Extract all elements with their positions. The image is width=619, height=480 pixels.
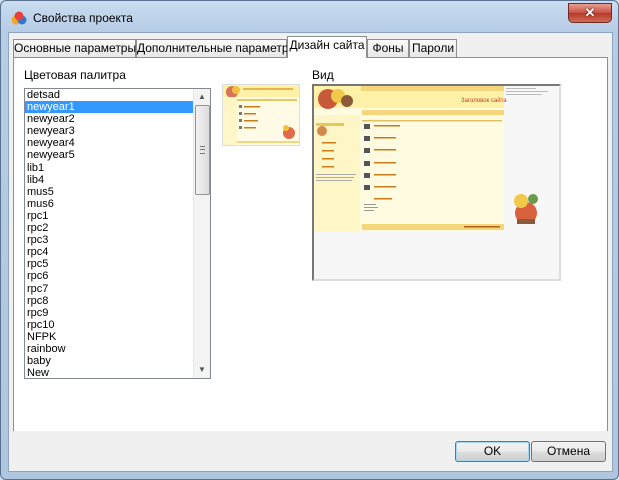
palette-item[interactable]: rpc2	[25, 222, 193, 234]
app-logo-icon	[11, 11, 27, 25]
vertical-scrollbar[interactable]: ▲ ▼	[193, 89, 210, 378]
palette-item[interactable]: rpc5	[25, 258, 193, 270]
palette-item[interactable]: NFPK	[25, 331, 193, 343]
palette-item[interactable]: rainbow	[25, 343, 193, 355]
palette-item[interactable]: newyear3	[25, 125, 193, 137]
tab-backgrounds[interactable]: Фоны	[367, 39, 409, 57]
tab-passwords[interactable]: Пароли	[409, 39, 457, 57]
tab-extra-params[interactable]: Дополнительные параметры	[136, 39, 297, 57]
palette-item[interactable]: newyear5	[25, 149, 193, 161]
palette-item[interactable]: mus5	[25, 186, 193, 198]
dialog-window: Свойства проекта ✕ Основные параметры До…	[0, 0, 619, 480]
title-bar[interactable]: Свойства проекта ✕	[1, 1, 618, 31]
dialog-client-area: Основные параметры Дополнительные параме…	[8, 32, 613, 472]
palette-item[interactable]: detsad	[25, 89, 193, 101]
palette-item[interactable]: lib4	[25, 174, 193, 186]
tab-site-design[interactable]: Дизайн сайта	[287, 36, 367, 58]
palette-item[interactable]: rpc8	[25, 295, 193, 307]
palette-item[interactable]: newyear4	[25, 137, 193, 149]
scroll-thumb[interactable]	[195, 105, 210, 195]
palette-item[interactable]: rpc4	[25, 246, 193, 258]
palette-item[interactable]: mus6	[25, 198, 193, 210]
close-button[interactable]: ✕	[568, 3, 612, 23]
preview-label: Вид	[312, 68, 334, 82]
palette-item[interactable]: rpc6	[25, 270, 193, 282]
scroll-up-arrow-icon[interactable]: ▲	[194, 89, 210, 105]
cancel-button[interactable]: Отмена	[531, 441, 606, 462]
palette-listbox[interactable]: detsad newyear1 newyear2 newyear3 newyear4 ne…	[24, 88, 211, 379]
scroll-down-arrow-icon[interactable]: ▼	[194, 362, 210, 378]
ok-button[interactable]: OK	[455, 441, 530, 462]
palette-thumbnail[interactable]	[222, 84, 300, 146]
palette-item[interactable]: rpc1	[25, 210, 193, 222]
palette-item[interactable]: rpc9	[25, 307, 193, 319]
tab-basic-params[interactable]: Основные параметры	[13, 39, 136, 57]
grip-icon	[200, 146, 205, 154]
palette-item[interactable]: rpc7	[25, 283, 193, 295]
palette-item[interactable]: rpc3	[25, 234, 193, 246]
palette-item[interactable]: New	[25, 367, 193, 378]
design-tab-page: Цветовая палитра detsad newyear1 newyear2 n…	[13, 57, 608, 432]
site-preview: Заголовок сайта	[312, 84, 561, 281]
palette-item[interactable]: newyear2	[25, 113, 193, 125]
palette-item[interactable]: newyear1	[25, 101, 193, 114]
window-title: Свойства проекта	[33, 11, 133, 25]
palette-item[interactable]: rpc10	[25, 319, 193, 331]
palette-list-items: detsad newyear1 newyear2 newyear3 newyear4 ne…	[25, 89, 193, 378]
preview-site-title: Заголовок сайта	[461, 97, 507, 104]
palette-item[interactable]: lib1	[25, 162, 193, 174]
site-preview-image: Заголовок сайта	[314, 86, 559, 279]
palette-item[interactable]: baby	[25, 355, 193, 367]
button-bar: OK Отмена	[9, 431, 612, 471]
palette-label: Цветовая палитра	[24, 68, 126, 82]
